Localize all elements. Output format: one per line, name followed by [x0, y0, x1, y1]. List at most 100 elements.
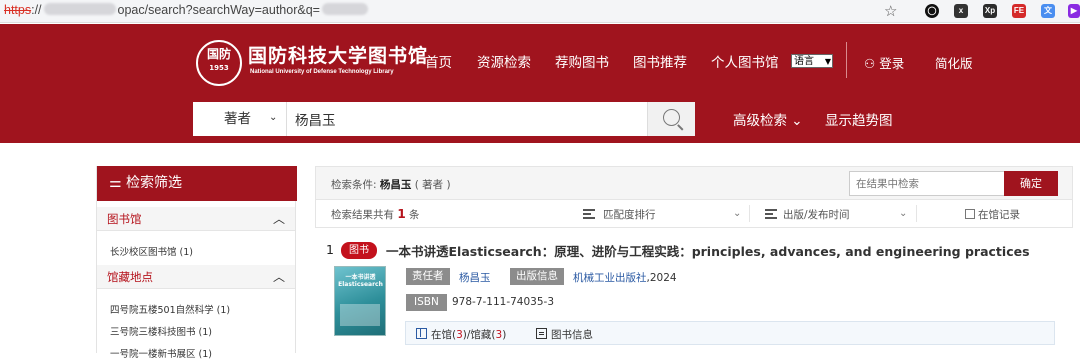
- advanced-search-link[interactable]: 高级检索 ⌄: [733, 109, 803, 129]
- site-header: 国防 1953 国防科技大学图书馆 National University of…: [0, 24, 1080, 143]
- filter-item[interactable]: 一号院一楼新书展区 (1): [110, 346, 212, 360]
- divider: [916, 205, 917, 222]
- isbn-value: 978-7-111-74035-3: [452, 296, 555, 308]
- cover-illustration: [340, 304, 380, 326]
- confirm-button[interactable]: 确定: [1004, 171, 1058, 196]
- extension-circle-icon[interactable]: ◯: [925, 4, 939, 18]
- chevron-down-icon: ▼: [824, 57, 831, 66]
- chevron-down-icon: ⌄: [733, 208, 742, 219]
- filter-item[interactable]: 长沙校区图书馆 (1): [110, 244, 193, 258]
- nav-resource-search[interactable]: 资源检索: [477, 51, 531, 71]
- search-box: 著者 ⌄: [193, 102, 695, 136]
- search-button[interactable]: [647, 102, 695, 136]
- header-divider: [846, 42, 847, 78]
- sort-date-select[interactable]: 出版/发布时间: [783, 207, 850, 222]
- language-select-value: 语言: [794, 56, 814, 67]
- book-info-link[interactable]: 图书信息: [536, 327, 593, 342]
- filter-item[interactable]: 三号院三楼科技图书 (1): [110, 324, 212, 338]
- extension-play-icon[interactable]: ▶: [1068, 4, 1080, 18]
- extension-fe-icon[interactable]: FE: [1012, 4, 1026, 18]
- author-value[interactable]: 杨昌玉: [459, 270, 491, 285]
- address-bar[interactable]: https:// opac/search?searchWay=author&q=: [4, 3, 368, 17]
- sort-relevance-select[interactable]: 匹配度排行: [603, 207, 656, 222]
- url-redacted-query: [321, 3, 368, 15]
- filter-section-library[interactable]: 图书馆 ︿: [97, 207, 295, 231]
- result-type-badge: 图书: [341, 242, 377, 259]
- seal-year: 1953: [209, 64, 229, 72]
- simplified-version-link[interactable]: 简化版: [935, 53, 973, 72]
- nav-purchase-recommend[interactable]: 荐购图书: [555, 51, 609, 71]
- login-link[interactable]: ⚇ 登录: [864, 53, 904, 72]
- result-count: 检索结果共有 1 条: [331, 207, 420, 222]
- search-type-value: 著者: [224, 111, 251, 127]
- nav-book-recommend[interactable]: 图书推荐: [633, 51, 687, 71]
- library-name-cn: 国防科技大学图书馆: [248, 45, 429, 67]
- search-within-results-input[interactable]: [849, 171, 1005, 196]
- university-seal-logo: 国防 1953: [196, 40, 242, 86]
- result-count-suffix: 条: [409, 209, 420, 221]
- publisher-value: 机械工业出版社,2024: [573, 270, 677, 285]
- result-count-prefix: 检索结果共有: [331, 209, 394, 221]
- library-name-en: National University of Defense Technolog…: [250, 69, 394, 75]
- browser-toolbar: https://opac/search?searchWay=author&q= …: [0, 0, 1080, 23]
- search-type-select[interactable]: 著者 ⌄: [193, 102, 287, 136]
- filter-section-title: 图书馆: [107, 212, 142, 226]
- sort-list-icon: [583, 209, 595, 219]
- bookmark-star-icon[interactable]: ☆: [884, 2, 897, 20]
- publish-year: ,2024: [646, 272, 677, 284]
- book-info-label: 图书信息: [551, 329, 593, 341]
- book-cover-image[interactable]: 一本书讲透 Elasticsearch: [334, 266, 386, 336]
- isbn-label: ISBN: [406, 294, 447, 311]
- result-index: 1: [326, 242, 334, 257]
- holdings-checkbox[interactable]: [965, 209, 975, 219]
- search-condition-bar: 检索条件: 杨昌玉 ( 著者 ) 确定: [315, 166, 1073, 200]
- holdings-bar: 在馆(3)/馆藏(3) 图书信息: [405, 321, 1055, 345]
- extension-xp-icon[interactable]: Xp: [983, 4, 997, 18]
- seal-top-text: 国防: [206, 47, 231, 61]
- condition-value: 杨昌玉: [379, 179, 412, 191]
- result-title-link[interactable]: 一本书讲透Elasticsearch：原理、进阶与工程实践：principles…: [386, 241, 1030, 260]
- sliders-icon: ⚌: [109, 175, 122, 191]
- url-separator: ://: [31, 3, 42, 17]
- extension-x-icon[interactable]: x: [954, 4, 968, 18]
- sort-list-icon: [765, 209, 777, 219]
- nav-home[interactable]: 首页: [425, 51, 452, 71]
- login-label: 登录: [879, 56, 905, 71]
- extension-translate-icon[interactable]: 文: [1041, 4, 1055, 18]
- filter-sidebar: ⚌ 检索筛选 图书馆 ︿ 长沙校区图书馆 (1) 馆藏地点 ︿ 四号院五楼501…: [96, 166, 297, 360]
- filter-section-title: 馆藏地点: [107, 270, 153, 284]
- available-count: 3: [456, 329, 463, 341]
- divider: [749, 205, 750, 222]
- url-protocol: https: [4, 3, 32, 17]
- user-icon: ⚇: [864, 56, 876, 71]
- publisher-label: 出版信息: [510, 268, 564, 285]
- nav-personal-library[interactable]: 个人图书馆: [711, 51, 779, 71]
- chevron-down-icon: ⌄: [791, 113, 803, 129]
- filter-item[interactable]: 四号院五楼501自然科学 (1): [110, 302, 230, 316]
- url-path: opac/search?searchWay=author&q=: [117, 3, 320, 17]
- cover-title: 一本书讲透 Elasticsearch: [338, 274, 383, 288]
- holdings-mid: )/馆藏(: [462, 329, 496, 341]
- result-count-number: 1: [397, 207, 406, 221]
- condition-label: 检索条件:: [331, 179, 377, 191]
- results-toolbar: 检索结果共有 1 条 匹配度排行 ⌄ 出版/发布时间 ⌄ 在馆记录: [315, 200, 1073, 228]
- search-condition: 检索条件: 杨昌玉 ( 著者 ): [331, 177, 451, 192]
- advanced-search-label: 高级检索: [733, 113, 787, 129]
- document-icon: [536, 328, 547, 339]
- chevron-up-icon: ︿: [272, 270, 285, 284]
- chevron-up-icon: ︿: [272, 212, 285, 226]
- condition-type: ( 著者 ): [414, 179, 451, 191]
- chevron-down-icon: ⌄: [899, 208, 908, 219]
- holdings-checkbox-label[interactable]: 在馆记录: [978, 207, 1020, 222]
- filter-sidebar-header: ⚌ 检索筛选: [97, 166, 297, 201]
- show-trend-link[interactable]: 显示趋势图: [825, 109, 893, 129]
- search-input[interactable]: [287, 102, 647, 136]
- filter-section-location[interactable]: 馆藏地点 ︿: [97, 265, 295, 289]
- filter-title: 检索筛选: [126, 175, 183, 191]
- language-select[interactable]: 语言 ▼: [791, 54, 833, 68]
- holdings-prefix: 在馆(: [431, 329, 457, 341]
- holdings-link[interactable]: 在馆(3)/馆藏(3): [416, 327, 506, 342]
- holdings-suffix: ): [502, 329, 507, 341]
- publisher-link[interactable]: 机械工业出版社: [573, 272, 647, 284]
- author-link[interactable]: 杨昌玉: [459, 272, 491, 284]
